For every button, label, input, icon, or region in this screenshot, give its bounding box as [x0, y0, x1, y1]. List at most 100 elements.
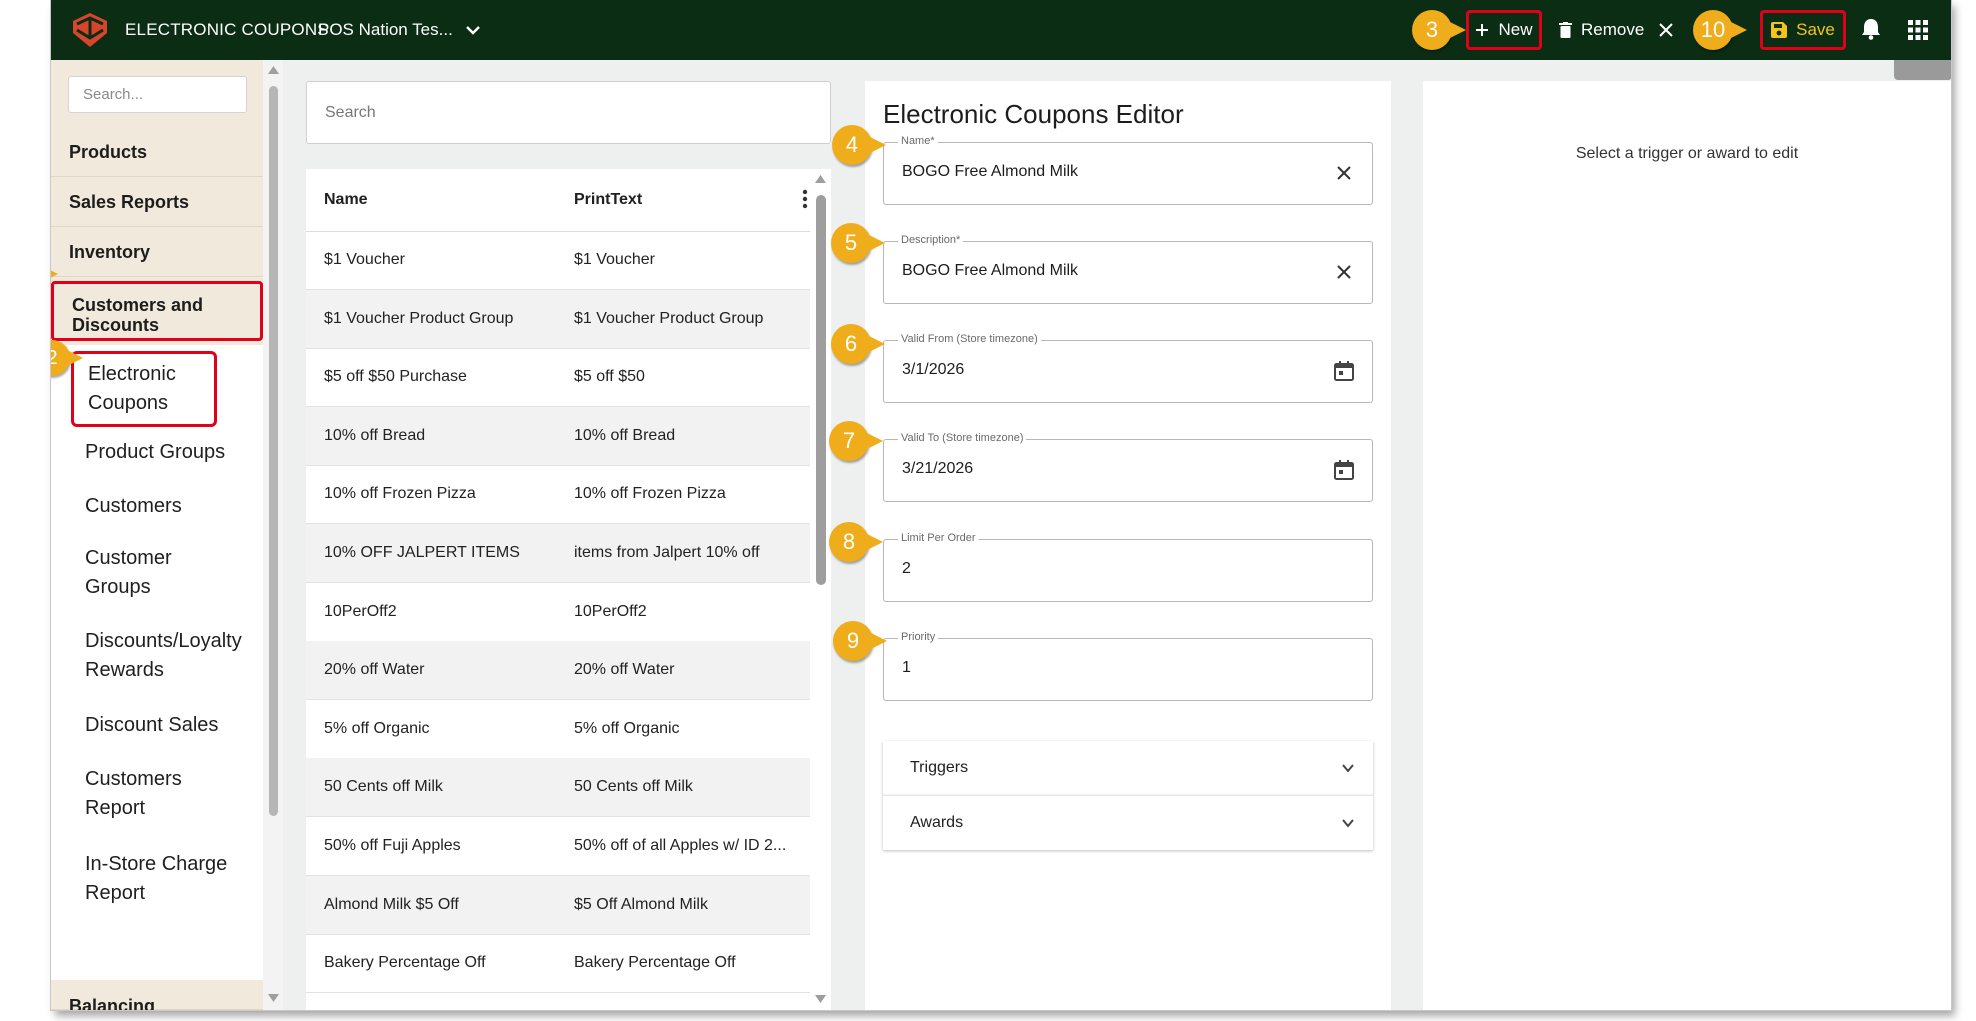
- limit-per-order-field[interactable]: Limit Per Order 2: [883, 532, 1373, 602]
- table-row[interactable]: 10% OFF JALPERT ITEMS items from Jalpert …: [306, 524, 810, 583]
- valid-from-field-value[interactable]: 3/1/2026: [902, 361, 964, 379]
- callout-marker: 4: [832, 125, 886, 165]
- cell-name: 10% OFF JALPERT ITEMS: [324, 544, 520, 561]
- cell-printtext: 50 Cents off Milk: [574, 778, 693, 796]
- scroll-down-icon[interactable]: [815, 995, 826, 1003]
- store-selector[interactable]: POS Nation Tes...: [318, 20, 453, 40]
- sidebar-item-customer-groups[interactable]: Customer Groups: [85, 544, 205, 602]
- save-icon: [1771, 22, 1788, 38]
- table-row[interactable]: 50% off Fuji Apples 50% off of all Apples…: [306, 817, 810, 876]
- valid-from-field-label: Valid From (Store timezone): [898, 333, 1041, 345]
- calendar-icon[interactable]: [1332, 458, 1356, 482]
- coupon-search-input[interactable]: [306, 81, 831, 144]
- coupon-editor: Electronic Coupons Editor Name* BOGO Fre…: [865, 81, 1391, 1010]
- scroll-up-icon[interactable]: [815, 175, 826, 183]
- sidebar-category-products[interactable]: Products: [51, 128, 263, 177]
- name-field[interactable]: Name* BOGO Free Almond Milk: [883, 135, 1373, 205]
- sidebar-category-customers-and-discounts[interactable]: Customers and Discounts: [51, 281, 263, 341]
- detail-empty-message: Select a trigger or award to edit: [1575, 145, 1799, 162]
- apps-grid-icon[interactable]: [1908, 20, 1928, 40]
- callout-marker: 3: [1412, 10, 1466, 50]
- callout-marker: 10: [1693, 10, 1747, 50]
- table-row[interactable]: 50 Cents off Milk 50 Cents off Milk: [306, 758, 810, 818]
- cell-printtext: 10% off Frozen Pizza: [574, 485, 726, 503]
- sidebar-scroll-thumb[interactable]: [269, 86, 278, 816]
- valid-to-field[interactable]: Valid To (Store timezone) 3/21/2026: [883, 432, 1373, 502]
- collapse-panel-tab[interactable]: [1894, 60, 1951, 80]
- cell-printtext: Bakery Percentage Off: [574, 954, 736, 972]
- table-row[interactable]: $1 Voucher $1 Voucher: [306, 231, 810, 290]
- scroll-up-icon[interactable]: [268, 66, 279, 74]
- cell-name: 50 Cents off Milk: [324, 778, 443, 796]
- sidebar-item-product-groups[interactable]: Product Groups: [85, 438, 255, 467]
- column-header-name[interactable]: Name: [324, 191, 368, 209]
- brand-logo-icon: [73, 13, 107, 47]
- cell-printtext: $5 off $50: [574, 368, 645, 386]
- sidebar-item-discount-sales[interactable]: Discount Sales: [85, 711, 255, 740]
- cell-printtext: 50% off of all Apples w/ ID 2...: [574, 837, 787, 854]
- chevron-down-icon[interactable]: [463, 20, 483, 40]
- awards-section-label: Awards: [910, 814, 964, 831]
- table-row[interactable]: Bakery Percentage Off Bakery Percentage O…: [306, 934, 810, 994]
- sidebar-item-customers-report[interactable]: Customers Report: [85, 765, 205, 823]
- table-row[interactable]: 10% off Bread 10% off Bread: [306, 406, 810, 466]
- editor-title: Electronic Coupons Editor: [883, 99, 1184, 129]
- close-editor-button[interactable]: [1659, 10, 1673, 50]
- column-header-printtext[interactable]: PrintText: [574, 191, 642, 209]
- priority-field-value[interactable]: 1: [902, 659, 911, 677]
- cell-printtext: 20% off Water: [574, 661, 675, 679]
- sidebar-category-sales-reports[interactable]: Sales Reports: [51, 177, 263, 227]
- triggers-section[interactable]: Triggers: [883, 741, 1373, 795]
- table-row[interactable]: 20% off Water 20% off Water: [306, 641, 810, 701]
- sidebar-item-in-store-charge-report[interactable]: In-Store Charge Report: [85, 850, 245, 908]
- cell-name: Almond Milk $5 Off: [324, 895, 459, 913]
- cell-name: 10% off Frozen Pizza: [324, 485, 476, 503]
- cell-name: $1 Voucher Product Group: [324, 309, 514, 327]
- cell-name: Bakery Percentage Off: [324, 954, 486, 972]
- callout-marker: 6: [831, 324, 885, 364]
- scroll-down-icon[interactable]: [268, 994, 279, 1002]
- cell-printtext: 10PerOff2: [574, 602, 647, 620]
- description-field[interactable]: Description* BOGO Free Almond Milk: [883, 234, 1373, 304]
- valid-to-field-value[interactable]: 3/21/2026: [902, 460, 973, 478]
- name-field-value[interactable]: BOGO Free Almond Milk: [902, 163, 1078, 181]
- table-row[interactable]: 10% off Frozen Pizza 10% off Frozen Pizza: [306, 465, 810, 525]
- table-scroll-thumb[interactable]: [816, 195, 826, 585]
- cell-name: 50% off Fuji Apples: [324, 837, 461, 854]
- chevron-down-icon: [1342, 764, 1354, 773]
- new-button[interactable]: New: [1466, 10, 1542, 50]
- description-field-value[interactable]: BOGO Free Almond Milk: [902, 262, 1078, 280]
- clear-icon[interactable]: [1332, 161, 1356, 185]
- table-row[interactable]: $1 Voucher Product Group $1 Voucher Produ…: [306, 289, 810, 349]
- calendar-icon[interactable]: [1332, 359, 1356, 383]
- sidebar-item-electronic-coupons[interactable]: Electronic Coupons: [71, 351, 217, 427]
- table-row[interactable]: Almond Milk $5 Off $5 Off Almond Milk: [306, 875, 810, 935]
- sidebar-category-inventory[interactable]: Inventory: [51, 227, 263, 277]
- bell-icon[interactable]: [1861, 18, 1881, 40]
- description-field-label: Description*: [898, 234, 964, 246]
- limit-per-order-field-value[interactable]: 2: [902, 560, 911, 578]
- table-row[interactable]: $5 off $50 Purchase $5 off $50: [306, 348, 810, 408]
- sidebar-item-discounts-loyalty-rewards[interactable]: Discounts/Loyalty Rewards: [85, 627, 255, 685]
- priority-field-label: Priority: [898, 631, 939, 643]
- sidebar: Products Sales Reports Inventory Custome…: [51, 60, 263, 1010]
- clear-icon[interactable]: [1332, 260, 1356, 284]
- sidebar-item-customers[interactable]: Customers: [85, 492, 255, 521]
- sidebar-category-balancing[interactable]: Balancing: [51, 980, 263, 1010]
- awards-section[interactable]: Awards: [883, 795, 1373, 850]
- table-row[interactable]: 5% off Organic 5% off Organic: [306, 700, 810, 759]
- detail-panel: Select a trigger or award to edit: [1423, 81, 1951, 1010]
- remove-button[interactable]: Remove: [1559, 10, 1644, 50]
- valid-from-field[interactable]: Valid From (Store timezone) 3/1/2026: [883, 333, 1373, 403]
- sidebar-search-input[interactable]: [68, 76, 247, 113]
- save-button[interactable]: Save: [1760, 10, 1846, 50]
- cell-printtext: 5% off Organic: [574, 719, 680, 737]
- table-scrollbar[interactable]: [810, 169, 831, 1010]
- sidebar-scrollbar[interactable]: [263, 60, 283, 1010]
- coupon-table: Name PrintText $1 Voucher $1 Voucher $1 Vo…: [306, 169, 810, 1010]
- cell-name: 20% off Water: [324, 661, 425, 679]
- column-menu-icon[interactable]: [800, 189, 810, 209]
- table-row[interactable]: 10PerOff2 10PerOff2: [306, 583, 810, 642]
- priority-field[interactable]: Priority 1: [883, 631, 1373, 701]
- plus-icon: [1476, 24, 1489, 36]
